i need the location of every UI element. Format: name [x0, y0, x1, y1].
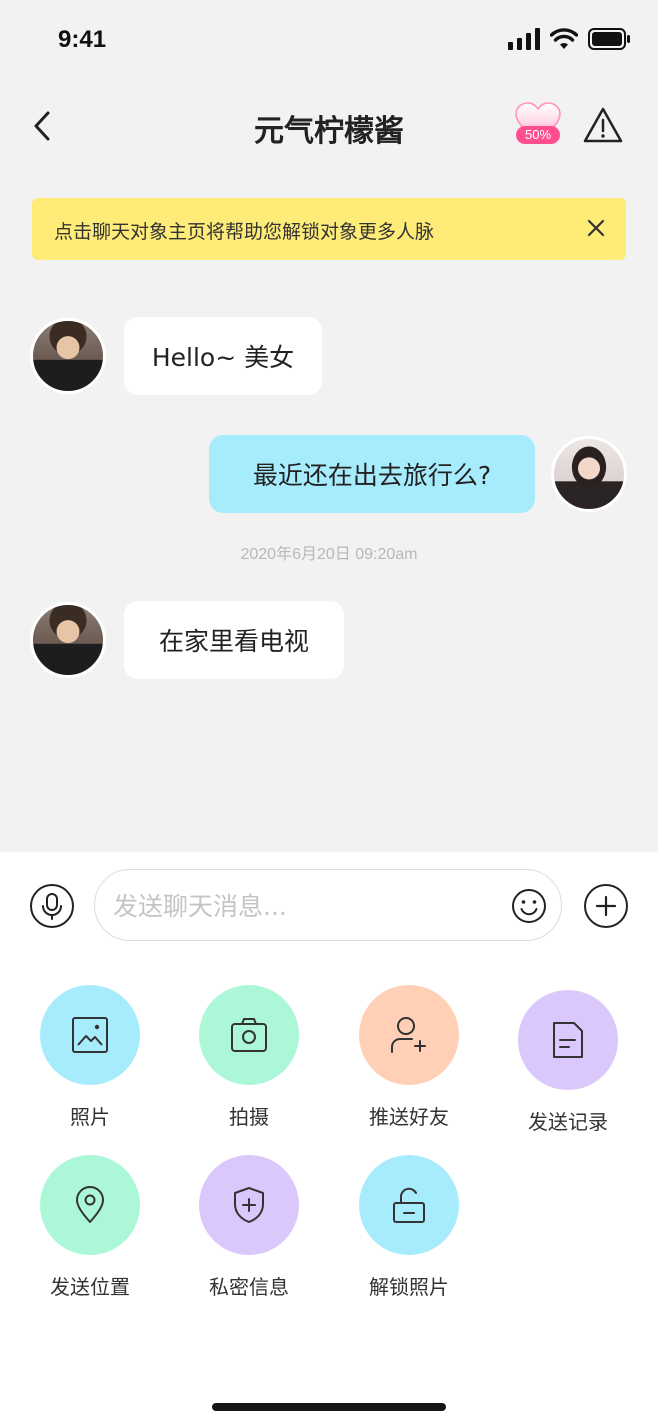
input-panel: 照片 拍摄 推送好友 发送记	[0, 852, 658, 1425]
shield-plus-icon	[234, 1187, 264, 1223]
contact-avatar[interactable]	[30, 602, 106, 678]
tool-label: 发送记录	[528, 1110, 608, 1134]
tool-label: 拍摄	[229, 1105, 269, 1129]
close-icon	[587, 219, 605, 237]
notice-close-button[interactable]	[584, 216, 608, 240]
plus-icon	[595, 895, 617, 917]
microphone-icon	[42, 893, 62, 920]
tool-label: 发送位置	[50, 1275, 130, 1299]
notice-banner: 点击聊天对象主页将帮助您解锁对象更多人脉	[32, 198, 626, 260]
wifi-icon	[550, 28, 578, 49]
tool-circle	[199, 985, 299, 1085]
report-button[interactable]	[582, 106, 624, 146]
signal-icon	[508, 28, 540, 50]
contact-avatar[interactable]	[30, 318, 106, 394]
smile-icon	[512, 889, 546, 923]
tool-private-info[interactable]: 私密信息	[189, 1155, 309, 1300]
message-timestamp: 2020年6月20日 09:20am	[240, 546, 418, 563]
tool-send-location[interactable]: 发送位置	[30, 1155, 150, 1300]
tool-label: 解锁照片	[369, 1275, 449, 1299]
notice-text: 点击聊天对象主页将帮助您解锁对象更多人脉	[54, 221, 435, 243]
tool-label: 私密信息	[209, 1275, 289, 1299]
document-icon	[553, 1022, 583, 1058]
tool-push-friend[interactable]: 推送好友	[349, 985, 469, 1130]
tool-circle	[359, 1155, 459, 1255]
status-time: 9:41	[58, 26, 107, 53]
warning-icon	[583, 107, 623, 143]
status-bar: 9:41	[0, 0, 658, 84]
message-bubble-incoming: 在家里看电视	[124, 601, 344, 679]
voice-button[interactable]	[30, 884, 74, 928]
more-button[interactable]	[584, 884, 628, 928]
tool-label: 推送好友	[369, 1105, 449, 1129]
intimacy-percent: 50%	[516, 126, 560, 144]
intimacy-badge[interactable]: 50%	[514, 102, 562, 148]
unlock-icon	[393, 1187, 425, 1223]
message-input-box[interactable]	[94, 869, 562, 941]
tool-circle	[518, 990, 618, 1090]
tool-camera[interactable]: 拍摄	[189, 985, 309, 1130]
battery-icon	[588, 28, 630, 50]
nav-bar: 元气柠檬酱 50%	[0, 84, 658, 168]
tool-circle	[199, 1155, 299, 1255]
tool-send-record[interactable]: 发送记录	[508, 990, 628, 1135]
tool-circle	[40, 1155, 140, 1255]
tool-label: 照片	[70, 1105, 110, 1129]
self-avatar[interactable]	[551, 436, 627, 512]
status-icons	[508, 28, 630, 50]
tool-unlock-photo[interactable]: 解锁照片	[349, 1155, 469, 1300]
tool-circle	[359, 985, 459, 1085]
message-input[interactable]	[113, 884, 503, 928]
tool-photo[interactable]: 照片	[30, 985, 150, 1130]
add-friend-icon	[391, 1017, 426, 1053]
tool-circle	[40, 985, 140, 1085]
message-bubble-outgoing: 最近还在出去旅行么?	[209, 435, 535, 513]
emoji-button[interactable]	[511, 888, 547, 924]
camera-icon	[231, 1018, 267, 1052]
photo-icon	[72, 1017, 108, 1053]
message-bubble-incoming: Hello~ 美女	[124, 317, 322, 395]
location-icon	[76, 1186, 104, 1223]
home-indicator[interactable]	[212, 1403, 446, 1411]
